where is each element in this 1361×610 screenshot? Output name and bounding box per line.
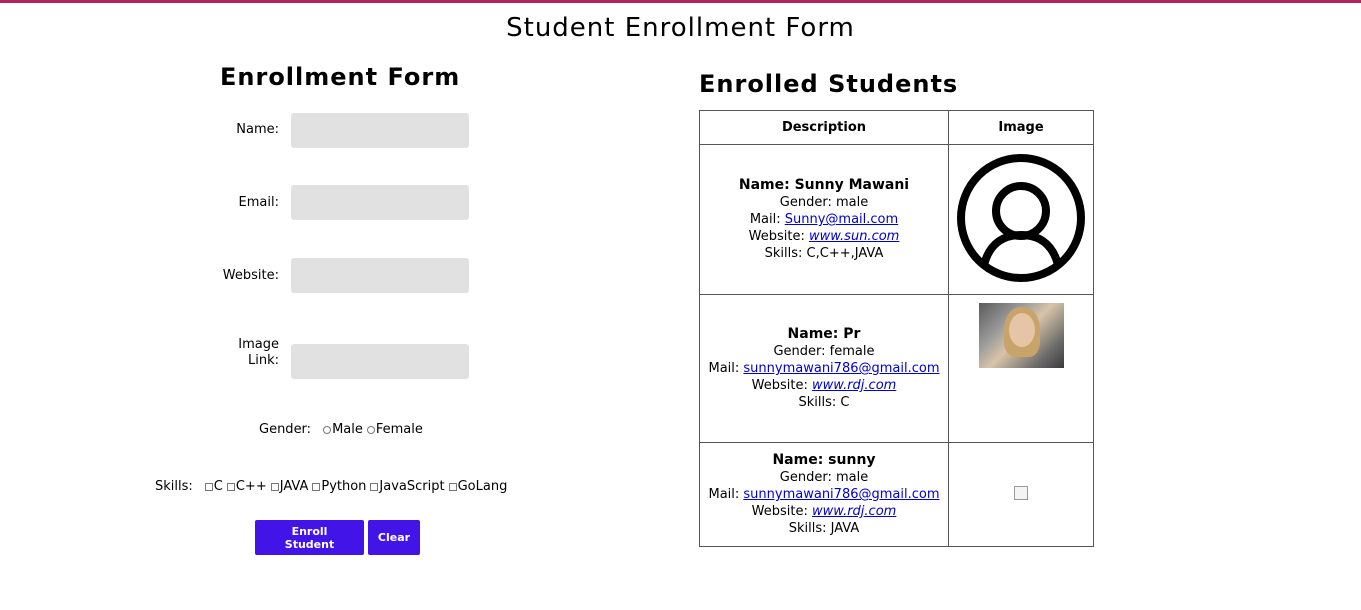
student-image-cell (948, 294, 1094, 443)
gender-option-male[interactable]: Male (323, 422, 363, 437)
enrolled-students-title: Enrolled Students (699, 70, 959, 98)
radio-female[interactable] (366, 425, 375, 434)
website-link[interactable]: www.rdj.com (812, 504, 896, 519)
table-row: Name: Sunny Mawani Gender: male Mail: Su… (699, 144, 1094, 295)
student-gender: Gender: male (779, 195, 869, 210)
skill-option-cpp[interactable]: C++ (226, 479, 267, 494)
skills-label: Skills: (155, 479, 193, 494)
website-prefix: Website: (751, 378, 813, 393)
gender-label: Gender: (259, 422, 312, 437)
form-title: Enrollment Form (220, 63, 461, 91)
student-website: Website: www.sun.com (700, 228, 948, 245)
student-website: Website: www.rdj.com (700, 377, 948, 394)
enrolled-students-table: Description Image Name: Sunny Mawani Gen… (699, 110, 1094, 547)
gender-option-label: Male (332, 422, 363, 437)
user-avatar-icon (957, 153, 1085, 282)
image-label: Image Link: (199, 337, 279, 369)
website-prefix: Website: (751, 504, 813, 519)
skills-row: Skills: C C++ JAVA Python JavaScript GoL… (155, 479, 511, 494)
student-image-cell (948, 144, 1094, 295)
website-prefix: Website: (748, 229, 809, 244)
mail-link[interactable]: sunnymawani786@gmail.com (743, 361, 939, 376)
table-header-row: Description Image (699, 110, 1094, 145)
student-skills: Skills: JAVA (788, 521, 860, 536)
photo-face (1008, 313, 1035, 347)
mail-link[interactable]: Sunny@mail.com (785, 212, 898, 227)
student-image-cell (948, 442, 1094, 547)
checkbox-python[interactable] (312, 482, 321, 491)
website-link[interactable]: www.sun.com (809, 229, 899, 244)
skill-option-c[interactable]: C (204, 479, 223, 494)
student-description: Name: Sunny Mawani Gender: male Mail: Su… (699, 144, 949, 295)
student-mail: Mail: sunnymawani786@gmail.com (700, 486, 948, 503)
student-name: Name: Pr (787, 326, 861, 342)
gender-row: Gender: Male Female (259, 422, 427, 437)
table-row: Name: Pr Gender: female Mail: sunnymawan… (699, 294, 1094, 443)
page-title: Student Enrollment Form (506, 13, 855, 43)
website-input[interactable] (291, 258, 469, 293)
checkbox-javascript[interactable] (370, 482, 379, 491)
student-description: Name: sunny Gender: male Mail: sunnymawa… (699, 442, 949, 547)
mail-prefix: Mail: (708, 361, 744, 376)
enroll-student-button[interactable]: Enroll Student (255, 520, 364, 555)
skill-label: Python (321, 479, 367, 494)
student-website: Website: www.rdj.com (700, 503, 948, 520)
radio-male[interactable] (323, 425, 332, 434)
skill-label: C++ (235, 479, 267, 494)
header-description: Description (699, 110, 949, 145)
skill-label: GoLang (457, 479, 508, 494)
broken-image-icon (1014, 485, 1028, 500)
image-link-input[interactable] (291, 344, 469, 379)
skill-label: C (213, 479, 223, 494)
student-skills: Skills: C,C++,JAVA (764, 246, 884, 261)
name-input[interactable] (291, 113, 469, 148)
website-label: Website: (222, 268, 279, 283)
checkbox-java[interactable] (270, 482, 279, 491)
mail-prefix: Mail: (749, 212, 785, 227)
checkbox-c[interactable] (204, 482, 213, 491)
student-gender: Gender: female (773, 344, 875, 359)
mail-prefix: Mail: (708, 487, 744, 502)
student-mail: Mail: Sunny@mail.com (700, 211, 948, 228)
image-label-line1: Image (238, 337, 279, 352)
gender-option-female[interactable]: Female (366, 422, 423, 437)
clear-button[interactable]: Clear (368, 520, 420, 555)
skill-option-javascript[interactable]: JavaScript (370, 479, 445, 494)
name-label: Name: (236, 122, 279, 137)
mail-link[interactable]: sunnymawani786@gmail.com (743, 487, 939, 502)
skill-option-golang[interactable]: GoLang (448, 479, 508, 494)
student-gender: Gender: male (779, 470, 869, 485)
gender-option-label: Female (375, 422, 423, 437)
website-link[interactable]: www.rdj.com (812, 378, 896, 393)
student-description: Name: Pr Gender: female Mail: sunnymawan… (699, 294, 949, 443)
student-name: Name: Sunny Mawani (738, 177, 910, 193)
skill-option-java[interactable]: JAVA (270, 479, 309, 494)
header-image: Image (948, 110, 1094, 145)
student-name: Name: sunny (772, 452, 876, 468)
student-photo (978, 303, 1064, 368)
skill-option-python[interactable]: Python (312, 479, 366, 494)
student-skills: Skills: C (798, 395, 850, 410)
skill-label: JavaScript (379, 479, 445, 494)
student-mail: Mail: sunnymawani786@gmail.com (700, 360, 948, 377)
skill-label: JAVA (279, 479, 309, 494)
image-label-line2: Link: (247, 353, 279, 368)
checkbox-golang[interactable] (448, 482, 457, 491)
email-label: Email: (238, 195, 279, 210)
email-input[interactable] (291, 185, 469, 220)
checkbox-cpp[interactable] (226, 482, 235, 491)
table-row: Name: sunny Gender: male Mail: sunnymawa… (699, 442, 1094, 547)
